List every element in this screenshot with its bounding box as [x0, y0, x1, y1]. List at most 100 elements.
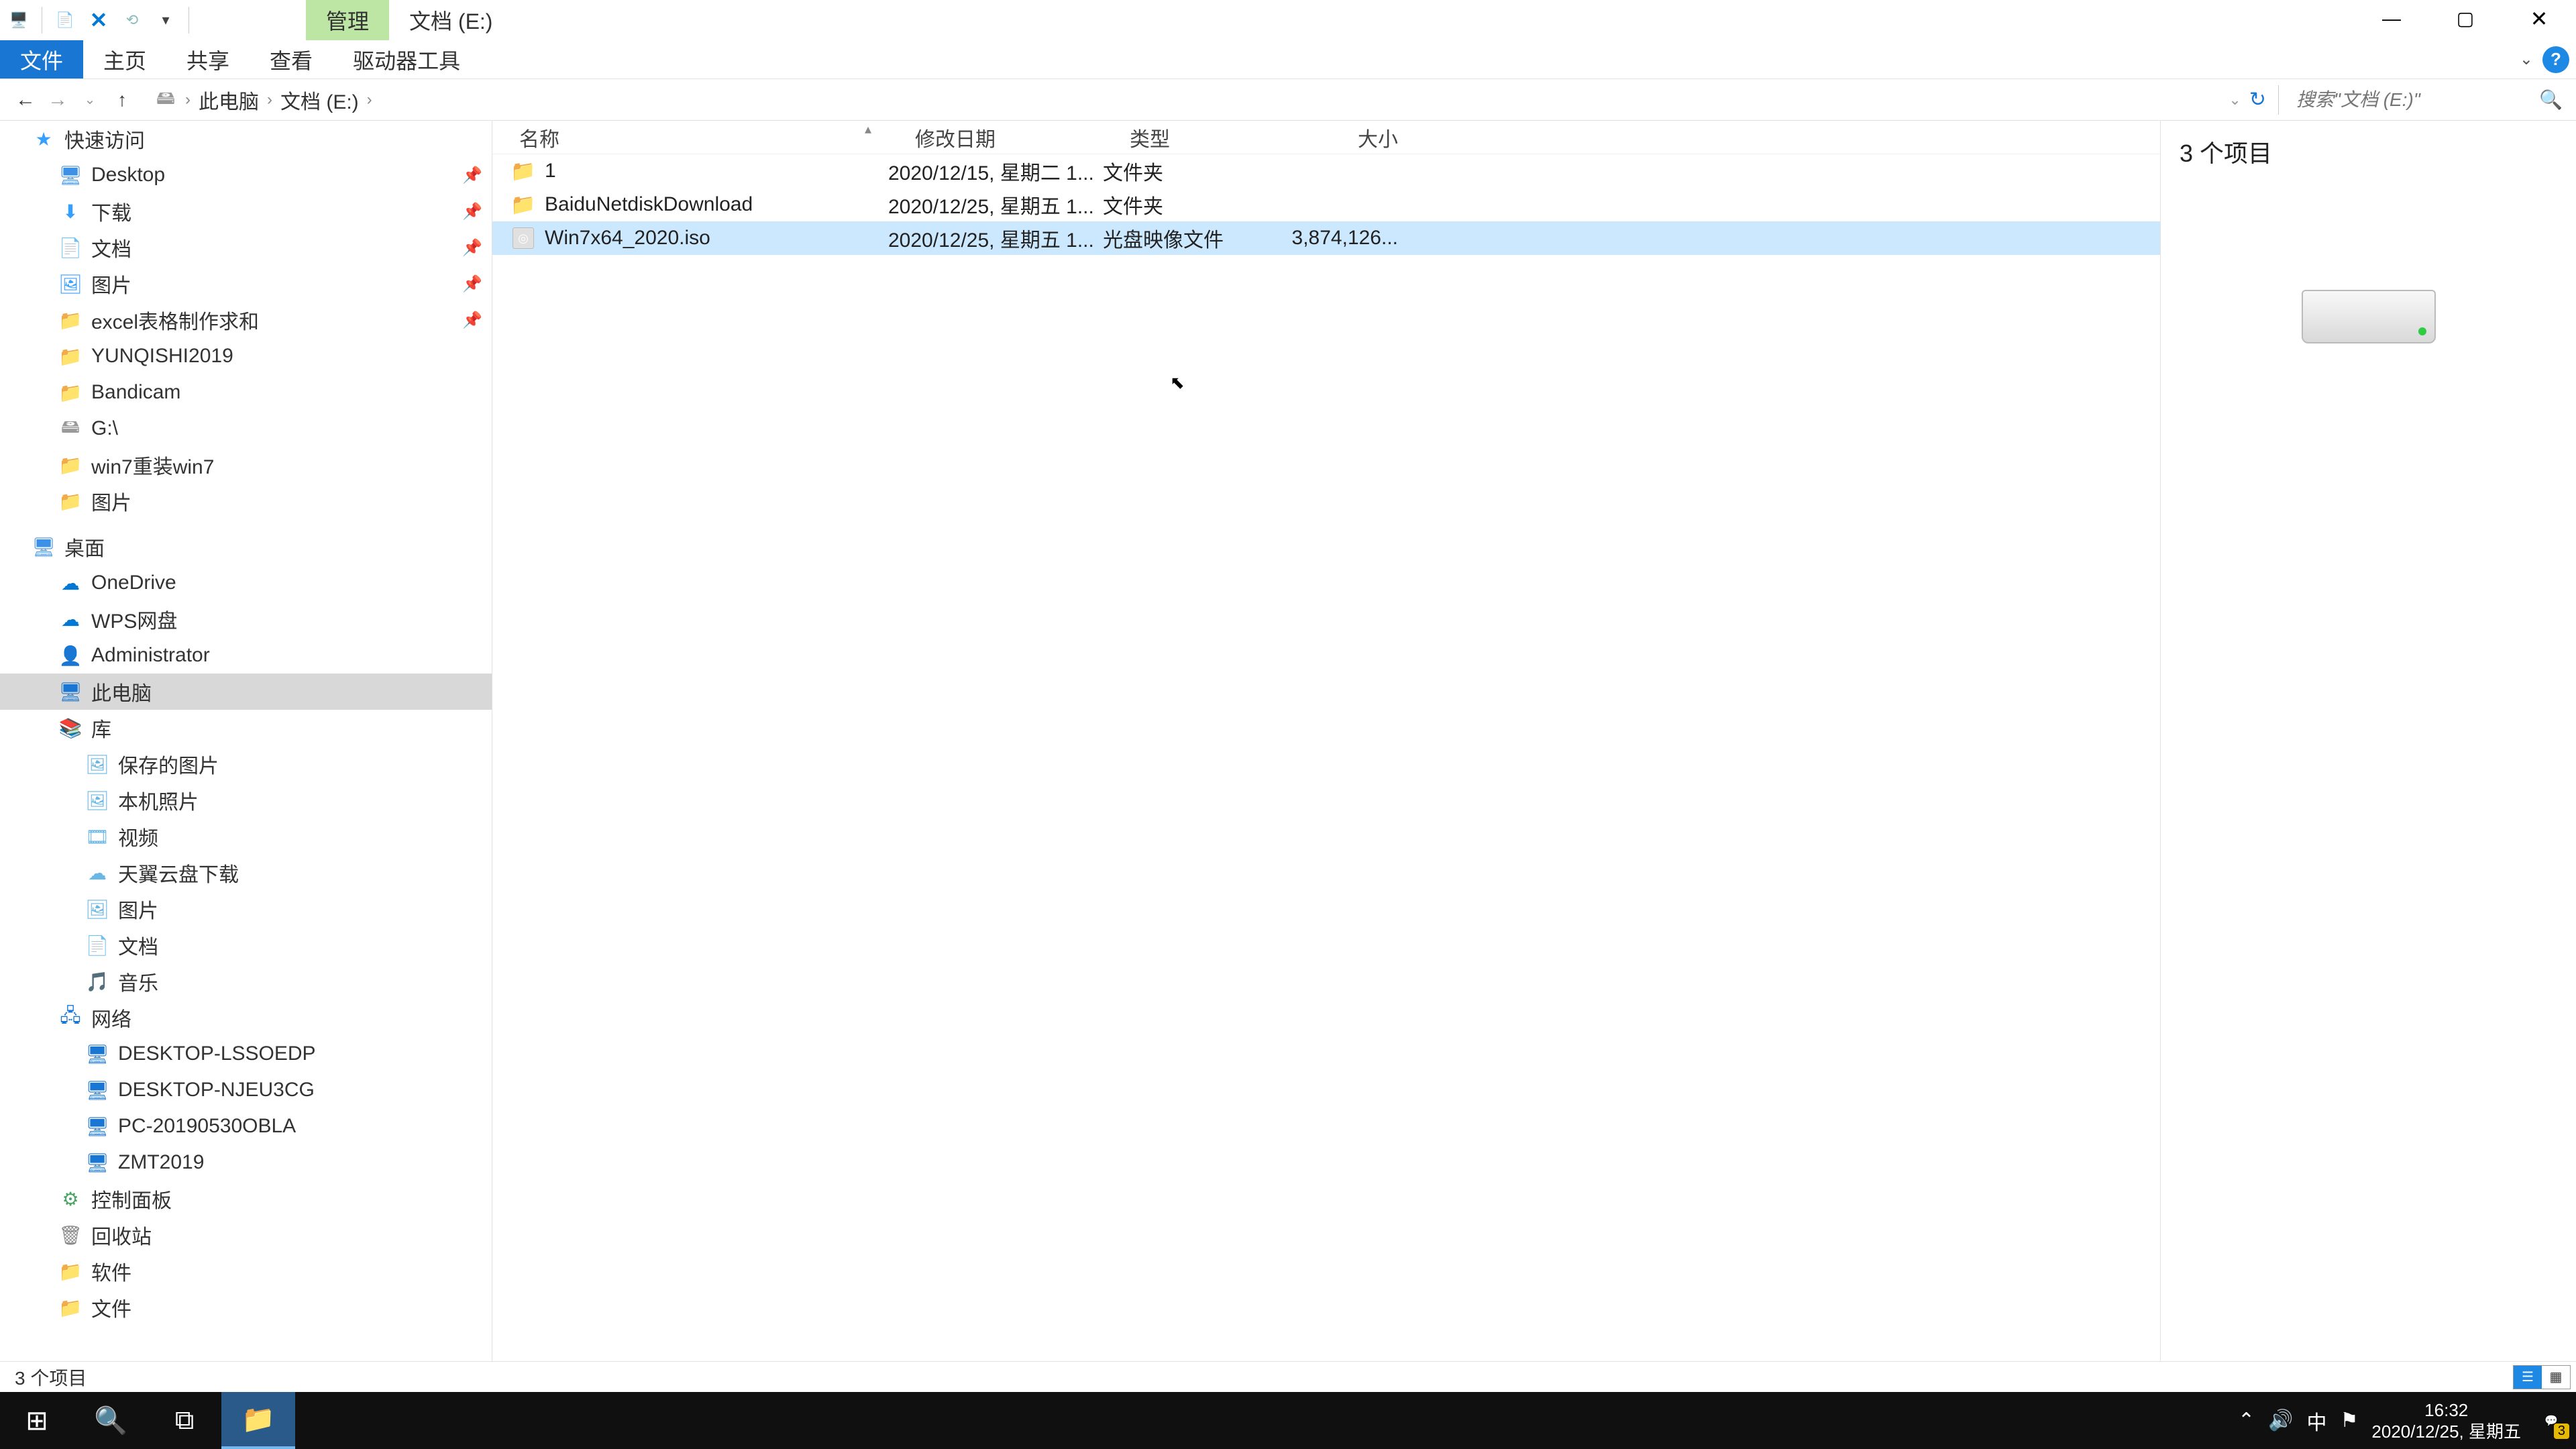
taskbar-explorer[interactable]: 📁 — [221, 1392, 295, 1449]
tray-overflow-icon[interactable]: ⌃ — [2238, 1409, 2255, 1432]
sort-asc-icon: ▴ — [865, 121, 871, 138]
properties-icon[interactable]: 📄 — [52, 7, 78, 34]
column-name[interactable]: 名称 — [492, 123, 888, 152]
action-center-flag-icon[interactable]: ⚑ — [2341, 1409, 2359, 1432]
ime-indicator[interactable]: 中 — [2307, 1406, 2327, 1436]
tree-saved-pictures[interactable]: 🖼保存的图片 — [0, 746, 492, 782]
tab-view[interactable]: 查看 — [250, 40, 333, 78]
tree-this-pc[interactable]: 🖥 此电脑 — [0, 674, 492, 710]
tree-net-pc-2[interactable]: 🖥DESKTOP-NJEU3CG — [0, 1072, 492, 1108]
undo-icon[interactable]: ⟲ — [119, 7, 146, 34]
back-button[interactable]: ← — [12, 87, 39, 113]
history-dropdown-icon[interactable]: ⌄ — [76, 87, 103, 113]
tab-file[interactable]: 文件 — [0, 40, 83, 78]
notification-center-icon[interactable]: 💬3 — [2534, 1404, 2568, 1438]
tree-recycle-bin[interactable]: 🗑回收站 — [0, 1217, 492, 1253]
tree-label: PC-20190530OBLA — [118, 1115, 296, 1138]
tree-net-pc-1[interactable]: 🖥DESKTOP-LSSOEDP — [0, 1036, 492, 1072]
pc-icon: 🖥 — [59, 680, 82, 703]
search-icon[interactable]: 🔍 — [2539, 89, 2563, 111]
tab-share[interactable]: 共享 — [166, 40, 250, 78]
tree-wps[interactable]: ☁WPS网盘 — [0, 601, 492, 637]
tree-administrator[interactable]: 👤Administrator — [0, 637, 492, 674]
search-box[interactable]: 🔍 — [2291, 84, 2569, 116]
column-date[interactable]: 修改日期 — [888, 123, 1103, 152]
tree-gdrive[interactable]: 🖴G:\ — [0, 411, 492, 447]
tree-net-pc-4[interactable]: 🖥ZMT2019 — [0, 1144, 492, 1181]
download-icon: ⬇ — [59, 200, 82, 223]
forward-button[interactable]: → — [44, 87, 71, 113]
chevron-icon[interactable]: › — [185, 91, 191, 109]
ribbon-collapse-icon[interactable]: ⌄ — [2520, 50, 2533, 69]
tree-network[interactable]: 🖧网络 — [0, 1000, 492, 1036]
breadcrumb-this-pc[interactable]: 此电脑 — [199, 85, 259, 115]
navigation-pane[interactable]: ★快速访问 🖥Desktop📌 ⬇下载📌 📄文档📌 🖼图片📌 📁excel表格制… — [0, 121, 492, 1361]
file-name: Win7x64_2020.iso — [545, 227, 710, 250]
breadcrumb[interactable]: 🖴 › 此电脑 › 文档 (E:) › — [148, 85, 2229, 115]
view-details-button[interactable]: ☰ — [2514, 1366, 2542, 1389]
tree-quick-access[interactable]: ★快速访问 — [0, 121, 492, 157]
help-icon[interactable]: ? — [2542, 46, 2569, 73]
tab-drive-tools[interactable]: 驱动器工具 — [333, 40, 480, 78]
quick-access-toolbar: 🖥️ 📄 ✕ ⟲ ▾ — [0, 7, 192, 34]
tree-files[interactable]: 📁文件 — [0, 1289, 492, 1326]
address-dropdown-icon[interactable]: ⌄ — [2229, 91, 2241, 109]
volume-icon[interactable]: 🔊 — [2268, 1409, 2293, 1432]
qat-dropdown-icon[interactable]: ▾ — [152, 7, 179, 34]
titlebar: 🖥️ 📄 ✕ ⟲ ▾ 管理 文档 (E:) — ▢ ✕ — [0, 0, 2576, 40]
tree-label: 此电脑 — [91, 677, 152, 706]
chevron-icon[interactable]: › — [367, 91, 372, 109]
app-icon[interactable]: 🖥️ — [5, 7, 32, 34]
minimize-button[interactable]: — — [2355, 0, 2428, 37]
task-view-button[interactable]: ⧉ — [148, 1392, 221, 1449]
tree-desktop-root[interactable]: 🖥桌面 — [0, 529, 492, 565]
tree-bandicam[interactable]: 📁Bandicam — [0, 374, 492, 411]
tree-win7-reinst[interactable]: 📁win7重装win7 — [0, 447, 492, 483]
tree-desktop[interactable]: 🖥Desktop📌 — [0, 157, 492, 193]
file-list: ▴ 名称 修改日期 类型 大小 📁12020/12/15, 星期二 1...文件… — [492, 121, 2160, 1361]
tree-onedrive[interactable]: ☁OneDrive — [0, 565, 492, 601]
tree-music[interactable]: 🎵音乐 — [0, 963, 492, 1000]
search-button[interactable]: 🔍 — [74, 1392, 148, 1449]
view-thumbnails-button[interactable]: ▦ — [2542, 1366, 2570, 1389]
breadcrumb-drive[interactable]: 文档 (E:) — [280, 85, 359, 115]
contextual-tab-drive-tools[interactable]: 管理 — [306, 0, 389, 40]
close-button[interactable]: ✕ — [2502, 0, 2576, 37]
search-input[interactable] — [2291, 84, 2569, 116]
tree-pictures-3[interactable]: 🖼图片 — [0, 891, 492, 927]
tree-label: 音乐 — [118, 967, 158, 996]
maximize-button[interactable]: ▢ — [2428, 0, 2502, 37]
tab-home[interactable]: 主页 — [83, 40, 166, 78]
up-button[interactable]: ↑ — [109, 87, 136, 113]
taskbar-clock[interactable]: 16:32 2020/12/25, 星期五 — [2371, 1399, 2521, 1442]
tree-downloads[interactable]: ⬇下载📌 — [0, 193, 492, 229]
tree-label: 文档 — [118, 930, 158, 960]
address-right: ⌄ ↻ 🔍 — [2229, 84, 2576, 116]
tree-libraries[interactable]: 📚库 — [0, 710, 492, 746]
file-row[interactable]: ◎Win7x64_2020.iso2020/12/25, 星期五 1...光盘映… — [492, 221, 2160, 255]
tree-documents-2[interactable]: 📄文档 — [0, 927, 492, 963]
file-row[interactable]: 📁BaiduNetdiskDownload2020/12/25, 星期五 1..… — [492, 188, 2160, 221]
video-icon: 🎞 — [86, 825, 109, 848]
tree-camera-roll[interactable]: 🖼本机照片 — [0, 782, 492, 818]
tree-yunqishi[interactable]: 📁YUNQISHI2019 — [0, 338, 492, 374]
tree-label: 下载 — [91, 197, 131, 226]
new-folder-icon[interactable]: ✕ — [85, 7, 112, 34]
column-type[interactable]: 类型 — [1103, 123, 1284, 152]
file-rows[interactable]: 📁12020/12/15, 星期二 1...文件夹📁BaiduNetdiskDo… — [492, 154, 2160, 1361]
tree-pictures[interactable]: 🖼图片📌 — [0, 266, 492, 302]
refresh-icon[interactable]: ↻ — [2249, 88, 2266, 111]
column-size[interactable]: 大小 — [1284, 123, 1405, 152]
tree-pictures-2[interactable]: 📁图片 — [0, 483, 492, 519]
file-row[interactable]: 📁12020/12/15, 星期二 1...文件夹 — [492, 154, 2160, 188]
folder-icon: 📁 — [59, 453, 82, 476]
tree-tianyi[interactable]: ☁天翼云盘下载 — [0, 855, 492, 891]
tree-net-pc-3[interactable]: 🖥PC-20190530OBLA — [0, 1108, 492, 1144]
tree-documents[interactable]: 📄文档📌 — [0, 229, 492, 266]
tree-excel-folder[interactable]: 📁excel表格制作求和📌 — [0, 302, 492, 338]
chevron-icon[interactable]: › — [267, 91, 272, 109]
tree-videos[interactable]: 🎞视频 — [0, 818, 492, 855]
start-button[interactable]: ⊞ — [0, 1392, 74, 1449]
tree-software[interactable]: 📁软件 — [0, 1253, 492, 1289]
tree-control-panel[interactable]: ⚙控制面板 — [0, 1181, 492, 1217]
